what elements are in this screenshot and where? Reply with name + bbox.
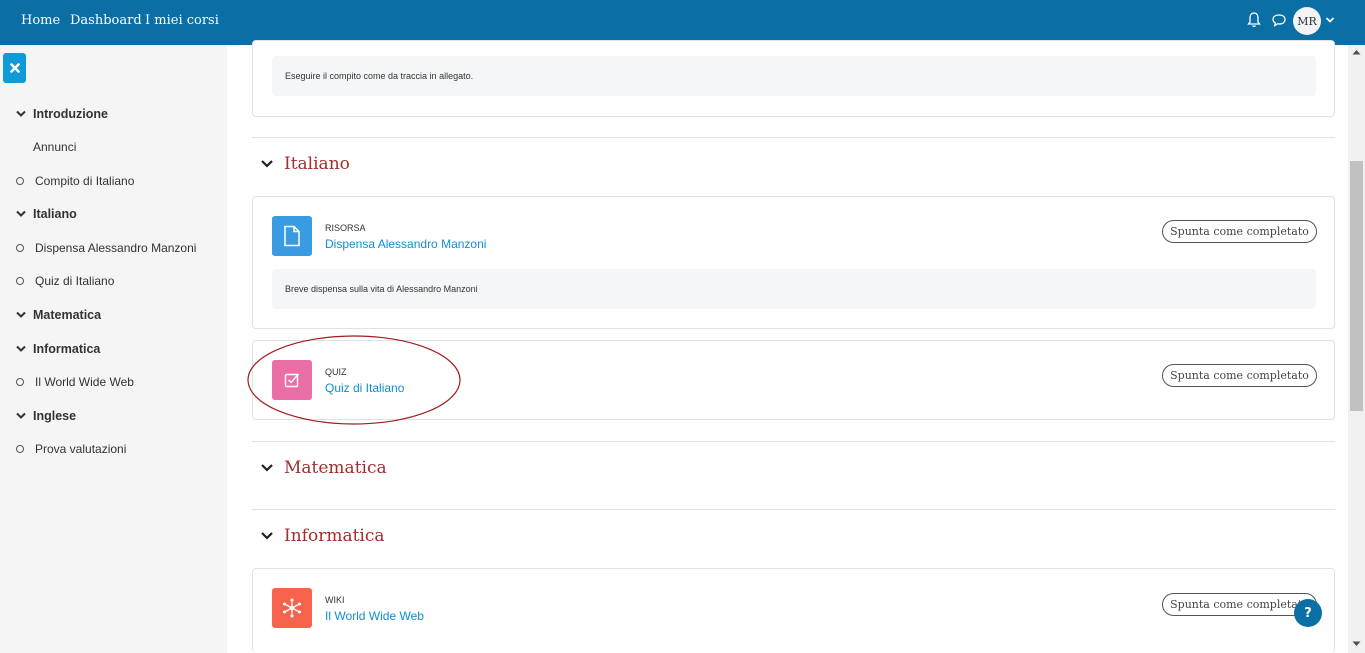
scrollbar-thumb[interactable]	[1350, 161, 1363, 411]
quiz-activity-icon[interactable]	[272, 360, 312, 400]
drawer-item-label: Italiano	[33, 207, 77, 221]
drawer-section-informatica[interactable]: Informatica	[0, 339, 227, 361]
mark-complete-button[interactable]: Spunta come completato	[1162, 364, 1317, 387]
drawer-item-prova-valutazioni[interactable]: Prova valutazioni	[0, 439, 227, 461]
page-scrollbar[interactable]	[1348, 45, 1365, 653]
mark-complete-button[interactable]: Spunta come completato	[1162, 220, 1317, 243]
activity-link-quiz[interactable]: Quiz di Italiano	[325, 381, 404, 395]
drawer-item-label: Annunci	[33, 140, 77, 154]
activity-description: Eseguire il compito come da traccia in a…	[285, 71, 474, 81]
drawer-item-label: Matematica	[33, 308, 102, 322]
scroll-down-arrow-icon[interactable]	[1352, 641, 1361, 647]
drawer-section-matematica[interactable]: Matematica	[0, 305, 227, 327]
completion-circle-icon	[16, 445, 24, 453]
drawer-item-label: Il World Wide Web	[35, 375, 134, 389]
nav-my-courses-link[interactable]: I miei corsi	[145, 13, 219, 28]
chevron-down-icon	[16, 412, 26, 419]
completion-circle-icon	[16, 277, 24, 285]
help-button[interactable]: ?	[1294, 599, 1322, 627]
drawer-item-label: Introduzione	[33, 107, 108, 121]
close-drawer-button[interactable]	[3, 53, 26, 83]
top-navbar: Home Dashboard I miei corsi MR	[0, 0, 1365, 45]
drawer-item-compito-di-italiano[interactable]: Compito di Italiano	[0, 171, 227, 193]
activity-type-label: QUIZ	[325, 367, 347, 377]
activity-description-box: Eseguire il compito come da traccia in a…	[272, 56, 1316, 96]
chevron-down-icon[interactable]	[260, 159, 274, 169]
completion-circle-icon	[16, 244, 24, 252]
activity-card-dispensa: RISORSA Dispensa Alessandro Manzoni Spun…	[252, 196, 1335, 329]
chevron-down-icon[interactable]	[260, 531, 274, 541]
drawer-item-label: Inglese	[33, 409, 77, 423]
drawer-section-italiano[interactable]: Italiano	[0, 204, 227, 226]
nav-dashboard-link[interactable]: Dashboard	[70, 13, 142, 28]
drawer-section-inglese[interactable]: Inglese	[0, 406, 227, 428]
file-icon	[284, 225, 300, 247]
drawer-item-annunci[interactable]: Annunci	[0, 137, 227, 159]
drawer-item-label: Dispensa Alessandro Manzoni	[35, 241, 197, 255]
close-icon	[9, 63, 20, 73]
drawer-item-label: Compito di Italiano	[35, 174, 135, 188]
activity-description: Breve dispensa sulla vita di Alessandro …	[285, 284, 478, 294]
chevron-down-icon[interactable]	[1325, 15, 1335, 25]
activity-card-quiz: QUIZ Quiz di Italiano Spunta come comple…	[252, 340, 1335, 420]
wiki-activity-icon[interactable]	[272, 588, 312, 628]
activity-type-label: RISORSA	[325, 223, 366, 233]
completion-circle-icon	[16, 177, 24, 185]
chevron-down-icon	[16, 311, 26, 318]
drawer-item-il-world-wide-web[interactable]: Il World Wide Web	[0, 372, 227, 394]
activity-description-box: Breve dispensa sulla vita di Alessandro …	[272, 269, 1316, 309]
chevron-down-icon	[16, 110, 26, 117]
activity-link-wiki[interactable]: Il World Wide Web	[325, 609, 424, 623]
drawer-item-quiz-di-italiano[interactable]: Quiz di Italiano	[0, 271, 227, 293]
activity-card-wiki: WIKI Il World Wide Web Spunta come compl…	[252, 568, 1335, 653]
messages-icon[interactable]	[1271, 11, 1287, 29]
drawer-item-label: Prova valutazioni	[35, 442, 127, 456]
drawer-item-label: Quiz di Italiano	[35, 274, 115, 288]
chevron-down-icon	[16, 210, 26, 217]
resource-activity-icon[interactable]	[272, 216, 312, 256]
activity-card-compito: Eseguire il compito come da traccia in a…	[252, 40, 1335, 117]
completion-circle-icon	[16, 378, 24, 386]
section-title-italiano[interactable]: Italiano	[284, 154, 350, 174]
section-divider	[252, 137, 1335, 138]
scroll-up-arrow-icon[interactable]	[1352, 49, 1361, 55]
drawer-item-dispensa-alessandro-manzoni[interactable]: Dispensa Alessandro Manzoni	[0, 238, 227, 260]
drawer-item-label: Informatica	[33, 342, 101, 356]
chevron-down-icon[interactable]	[260, 463, 274, 473]
section-title-matematica[interactable]: Matematica	[284, 458, 387, 478]
user-avatar[interactable]: MR	[1293, 7, 1321, 35]
drawer-section-introduzione[interactable]: Introduzione	[0, 104, 227, 126]
quiz-checkbox-icon	[284, 373, 300, 388]
section-title-informatica[interactable]: Informatica	[284, 526, 385, 546]
section-divider	[252, 441, 1335, 442]
nav-home-link[interactable]: Home	[21, 13, 60, 28]
activity-type-label: WIKI	[325, 595, 345, 605]
activity-link-dispensa[interactable]: Dispensa Alessandro Manzoni	[325, 237, 486, 251]
bell-icon[interactable]	[1246, 11, 1262, 29]
chevron-down-icon	[16, 345, 26, 352]
wiki-network-icon	[283, 598, 301, 618]
section-divider	[252, 509, 1335, 510]
